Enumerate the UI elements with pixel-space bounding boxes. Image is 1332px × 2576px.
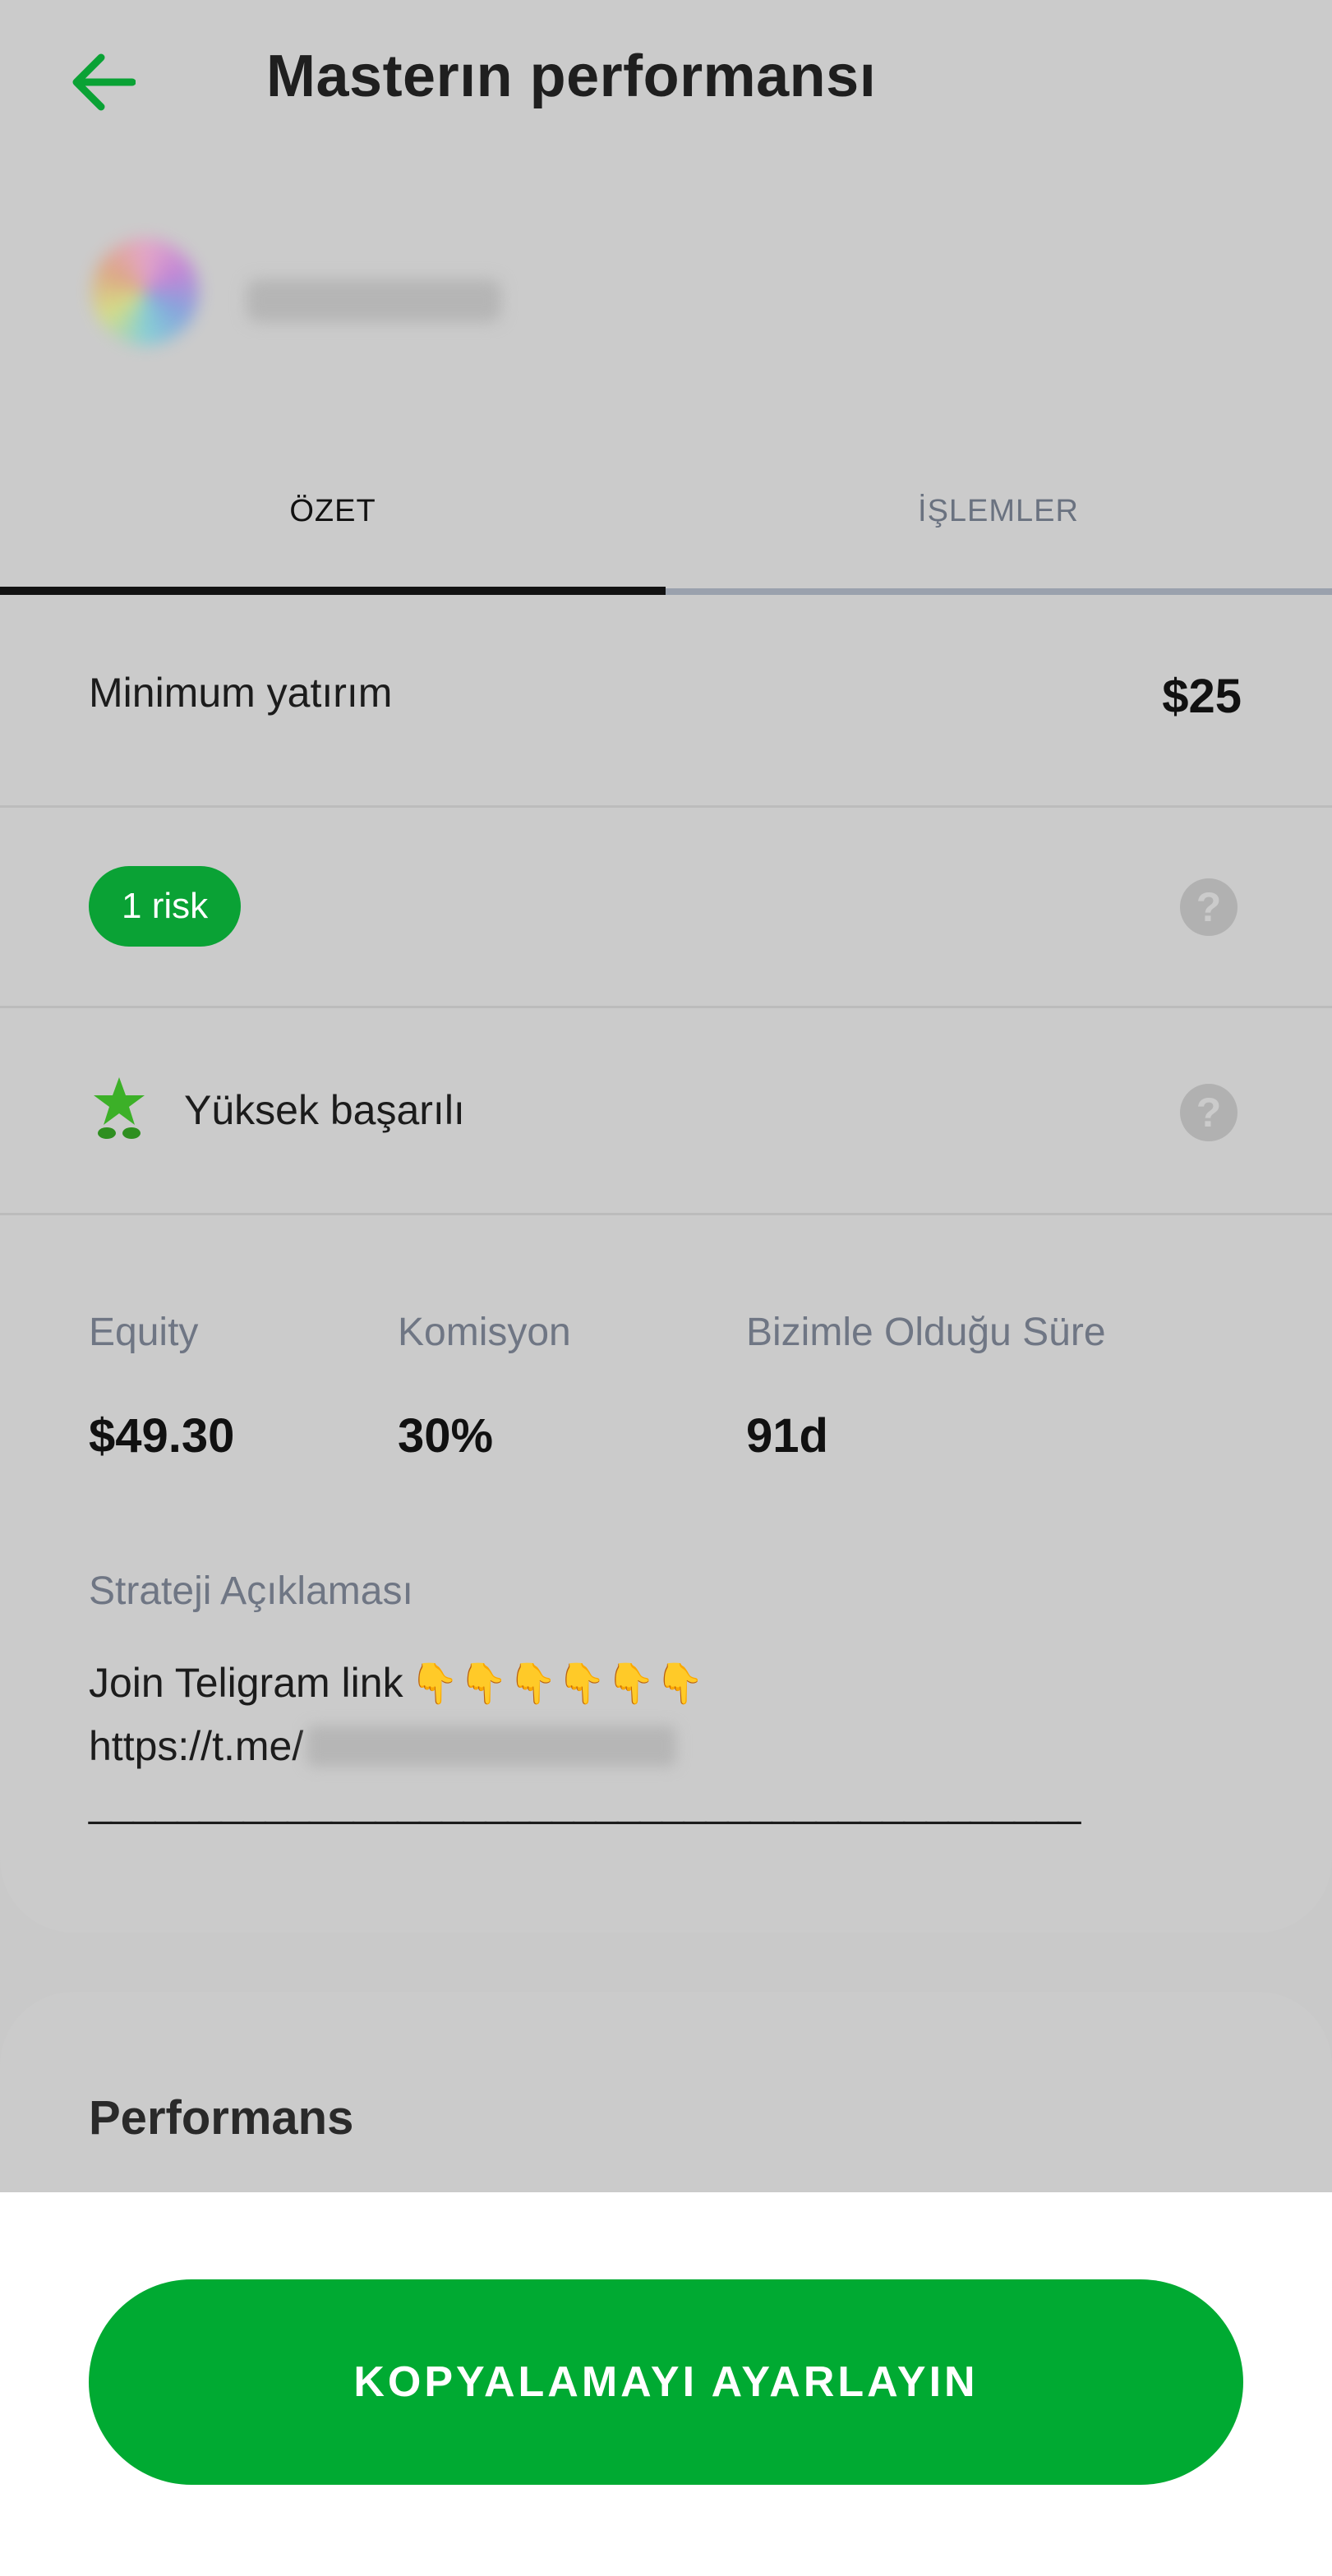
strategy-separator: ________________________________________… bbox=[89, 1779, 1081, 1825]
star-icon bbox=[94, 1077, 145, 1139]
avatar bbox=[92, 238, 199, 345]
stat-duration-label: Bizimle Olduğu Süre bbox=[746, 1311, 1106, 1354]
stat-commission-value: 30% bbox=[398, 1409, 494, 1463]
divider bbox=[0, 1213, 1332, 1215]
hand-pointing-down-icons: 👇👇👇👇👇👇 bbox=[409, 1661, 705, 1706]
divider bbox=[0, 805, 1332, 808]
question-icon[interactable]: ? bbox=[1180, 1084, 1238, 1141]
performance-title: Performans bbox=[89, 2091, 354, 2145]
tab-trades[interactable]: İŞLEMLER bbox=[666, 427, 1331, 596]
divider bbox=[0, 1006, 1332, 1008]
master-name-blurred bbox=[247, 279, 501, 322]
summary-card: Minimum yatırım $25 1 risk ? Yüksek başa… bbox=[0, 595, 1332, 1933]
back-button[interactable] bbox=[58, 41, 148, 123]
stat-commission-label: Komisyon bbox=[398, 1311, 571, 1354]
top-app-bar: Masterın performansı bbox=[0, 0, 1332, 164]
strategy-text-line-1: Join Teligram link 👇👇👇👇👇👇 bbox=[89, 1659, 704, 1707]
success-label: Yüksek başarılı bbox=[184, 1087, 465, 1133]
tab-indicator-active bbox=[0, 587, 666, 595]
strategy-text-line-2[interactable]: https://t.me/ bbox=[89, 1722, 677, 1770]
min-investment-label: Minimum yatırım bbox=[89, 670, 393, 716]
page-title: Masterın performansı bbox=[266, 44, 877, 109]
telegram-link-prefix[interactable]: https://t.me/ bbox=[89, 1722, 303, 1770]
arrow-left-icon bbox=[72, 53, 136, 111]
tab-indicator-inactive bbox=[666, 588, 1332, 595]
strategy-title: Strateji Açıklaması bbox=[89, 1569, 413, 1613]
stat-duration-value: 91d bbox=[746, 1409, 828, 1463]
telegram-handle-blurred bbox=[306, 1726, 677, 1767]
strategy-text: Join Teligram link bbox=[89, 1660, 403, 1706]
tab-summary[interactable]: ÖZET bbox=[0, 427, 666, 596]
stat-equity-label: Equity bbox=[89, 1311, 199, 1354]
master-profile bbox=[0, 164, 1332, 427]
risk-badge: 1 risk bbox=[89, 866, 242, 947]
setup-copying-button[interactable]: KOPYALAMAYI AYARLAYIN bbox=[89, 2279, 1243, 2485]
min-investment-value: $25 bbox=[1162, 670, 1242, 723]
question-icon[interactable]: ? bbox=[1180, 878, 1238, 936]
stat-equity-value: $49.30 bbox=[89, 1409, 235, 1463]
tab-bar: ÖZET İŞLEMLER bbox=[0, 427, 1332, 596]
bottom-action-bar: KOPYALAMAYI AYARLAYIN bbox=[0, 2192, 1332, 2576]
